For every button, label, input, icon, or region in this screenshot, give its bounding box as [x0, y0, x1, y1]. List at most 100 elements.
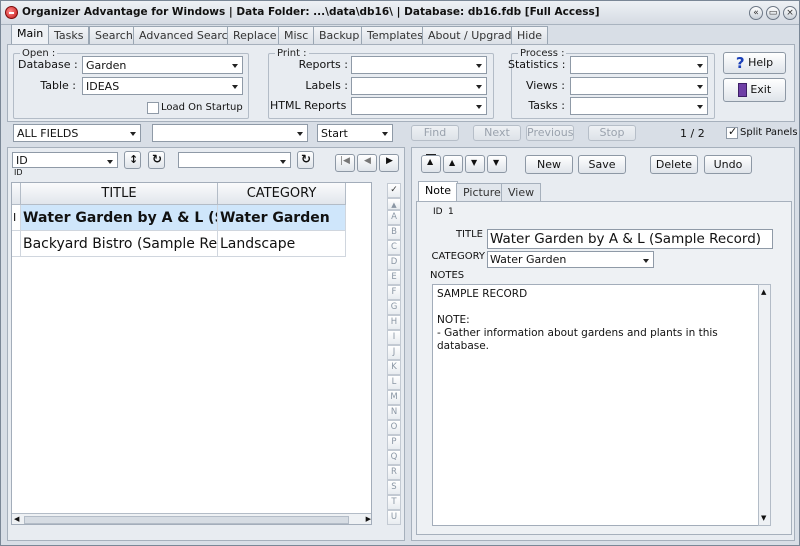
- tasks-select[interactable]: [570, 97, 708, 115]
- find-button[interactable]: Find: [411, 125, 459, 141]
- notes-textarea[interactable]: SAMPLE RECORD NOTE: - Gather information…: [432, 284, 759, 526]
- tab-replace[interactable]: Replace: [227, 26, 283, 44]
- alphabet-letter[interactable]: L: [387, 375, 401, 390]
- title-bar: Organizer Advantage for Windows | Data F…: [1, 1, 799, 25]
- refresh-filter-button[interactable]: ↻: [297, 151, 314, 169]
- scroll-right-icon[interactable]: ▶: [366, 515, 371, 523]
- next-record-button[interactable]: ▶: [379, 154, 399, 172]
- split-panels-checkbox[interactable]: [726, 125, 738, 139]
- alphabet-letter[interactable]: H: [387, 315, 401, 330]
- html-reports-select[interactable]: [351, 97, 487, 115]
- prev-record-button[interactable]: ◀: [357, 154, 377, 172]
- move-bottom-button[interactable]: ▼: [487, 155, 507, 173]
- tab-templates[interactable]: Templates: [361, 26, 429, 44]
- scroll-up-icon[interactable]: ▲: [761, 288, 766, 296]
- database-select[interactable]: Garden: [82, 56, 243, 74]
- views-select[interactable]: [570, 77, 708, 95]
- alphabet-letter[interactable]: P: [387, 435, 401, 450]
- database-label: Database :: [18, 58, 78, 71]
- search-mode-select[interactable]: Start: [317, 124, 393, 142]
- split-panels-label: Split Panels: [740, 127, 798, 138]
- tab-hide[interactable]: Hide: [511, 26, 549, 44]
- search-value-input[interactable]: [152, 124, 308, 142]
- alphabet-letter[interactable]: A: [387, 210, 401, 225]
- row-header-corner: [12, 183, 21, 205]
- alphabet-letter[interactable]: T: [387, 495, 401, 510]
- stop-button[interactable]: Stop: [588, 125, 636, 141]
- first-record-button[interactable]: |◀: [335, 154, 355, 172]
- sort-direction-button[interactable]: ↕: [124, 151, 141, 169]
- load-on-startup-checkbox[interactable]: [147, 102, 159, 114]
- alphabet-letter[interactable]: E: [387, 270, 401, 285]
- exit-label: Exit: [750, 83, 772, 96]
- tab-misc[interactable]: Misc: [278, 26, 315, 44]
- minimize-icon[interactable]: «: [749, 6, 763, 20]
- id-value: 1: [448, 207, 454, 217]
- search-field-select[interactable]: ALL FIELDS: [13, 124, 141, 142]
- alphabet-letter[interactable]: S: [387, 480, 401, 495]
- table-row-category[interactable]: Landscape: [218, 231, 346, 257]
- alphabet-letter[interactable]: K: [387, 360, 401, 375]
- tab-main[interactable]: Main: [11, 24, 50, 45]
- tab-advanced-search[interactable]: Advanced Search: [133, 26, 241, 44]
- notes-vertical-scrollbar[interactable]: ▲ ▼: [758, 284, 771, 526]
- title-field[interactable]: Water Garden by A & L (Sample Record): [487, 229, 773, 249]
- tab-backup[interactable]: Backup: [313, 26, 366, 44]
- alphabet-letter[interactable]: B: [387, 225, 401, 240]
- tab-search[interactable]: Search: [89, 26, 139, 44]
- alphabet-letter[interactable]: M: [387, 390, 401, 405]
- alphabet-letter[interactable]: I: [387, 330, 401, 345]
- table-select[interactable]: IDEAS: [82, 77, 243, 95]
- maximize-icon[interactable]: ▭: [766, 6, 780, 20]
- delete-button[interactable]: Delete: [650, 155, 698, 174]
- labels-select[interactable]: [351, 77, 487, 95]
- exit-door-icon: [737, 83, 747, 97]
- close-icon[interactable]: ×: [783, 6, 797, 20]
- alphabet-letter[interactable]: R: [387, 465, 401, 480]
- undo-button[interactable]: Undo: [704, 155, 752, 174]
- new-button[interactable]: New: [525, 155, 573, 174]
- tab-view[interactable]: View: [501, 183, 542, 201]
- alphabet-letter[interactable]: N: [387, 405, 401, 420]
- scroll-thumb[interactable]: [24, 516, 349, 524]
- scroll-down-icon[interactable]: ▼: [761, 514, 766, 522]
- help-button[interactable]: ? Help: [723, 52, 786, 74]
- tab-note[interactable]: Note: [418, 181, 459, 201]
- move-down-button[interactable]: ▼: [465, 155, 485, 173]
- column-header-category[interactable]: CATEGORY: [218, 183, 346, 205]
- column-header-title[interactable]: TITLE: [21, 183, 218, 205]
- exit-button[interactable]: Exit: [723, 78, 786, 102]
- category-label: CATEGORY: [431, 251, 485, 262]
- alphabet-letter[interactable]: F: [387, 285, 401, 300]
- sort-caption: ID: [14, 168, 23, 177]
- alphabet-letter[interactable]: J: [387, 345, 401, 360]
- statistics-select[interactable]: [570, 56, 708, 74]
- sort-field-select[interactable]: ID: [12, 152, 118, 168]
- grid-horizontal-scrollbar[interactable]: ◀ ▶: [12, 513, 371, 524]
- table-row-title[interactable]: Water Garden by A & L (Sample Record): [21, 205, 218, 231]
- category-select[interactable]: Water Garden: [487, 251, 654, 268]
- alphabet-index: ✓ ▲ A B C D E F G H I J K L M N O P Q R …: [387, 183, 401, 525]
- alphabet-letter[interactable]: Q: [387, 450, 401, 465]
- move-up-button[interactable]: ▲: [443, 155, 463, 173]
- alphabet-scroll-up-icon[interactable]: ▲: [387, 198, 401, 210]
- table-row-title[interactable]: Backyard Bistro (Sample Record): [21, 231, 218, 257]
- next-button[interactable]: Next: [473, 125, 521, 141]
- tab-about-upgrade[interactable]: About / Upgrade: [422, 26, 525, 44]
- scroll-left-icon[interactable]: ◀: [14, 515, 19, 523]
- previous-button[interactable]: Previous: [526, 125, 574, 141]
- filter-select[interactable]: [178, 152, 291, 168]
- select-all-checkbox[interactable]: ✓: [387, 183, 401, 198]
- reports-select[interactable]: [351, 56, 487, 74]
- tab-tasks[interactable]: Tasks: [48, 26, 90, 44]
- alphabet-letter[interactable]: C: [387, 240, 401, 255]
- table-row-category[interactable]: Water Garden: [218, 205, 346, 231]
- alphabet-letter[interactable]: O: [387, 420, 401, 435]
- refresh-sort-button[interactable]: ↻: [148, 151, 165, 169]
- alphabet-letter[interactable]: D: [387, 255, 401, 270]
- alphabet-letter[interactable]: U: [387, 510, 401, 525]
- save-button[interactable]: Save: [578, 155, 626, 174]
- move-top-button[interactable]: ▲: [421, 154, 441, 173]
- alphabet-letter[interactable]: G: [387, 300, 401, 315]
- next-icon: ▶: [386, 156, 393, 166]
